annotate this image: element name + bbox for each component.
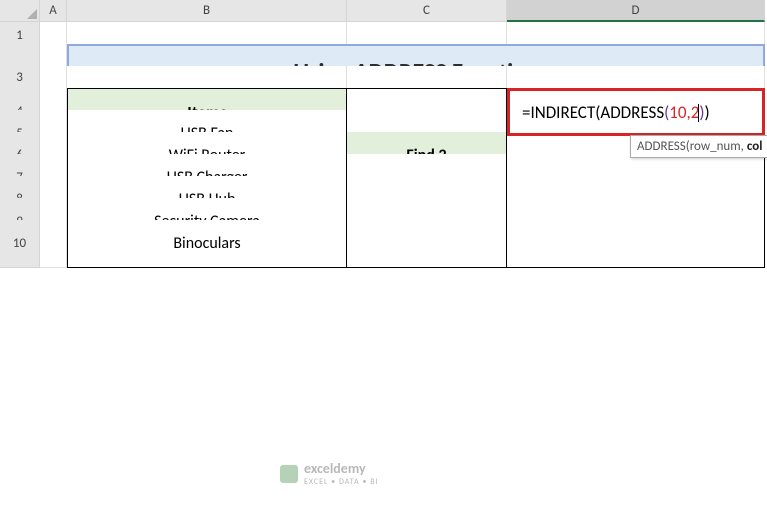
- col-header-A[interactable]: A: [40, 0, 67, 22]
- watermark: exceldemy EXCEL • DATA • BI: [280, 460, 379, 487]
- cell-D10[interactable]: [507, 220, 765, 268]
- cell-A10[interactable]: [40, 220, 67, 268]
- row-header-3[interactable]: 3: [0, 66, 40, 90]
- spreadsheet-grid: A B C D 1 2 Using ADDRESS Function 3 4 I…: [0, 0, 767, 242]
- watermark-icon: [280, 465, 298, 483]
- cell-D3[interactable]: [507, 66, 765, 90]
- formula-cell-D4[interactable]: =INDIRECT(ADDRESS(10,2)) ADDRESS(row_num…: [507, 88, 765, 136]
- cell-C10[interactable]: [347, 220, 507, 268]
- row-header-10[interactable]: 10: [0, 220, 40, 268]
- item-6[interactable]: Binoculars: [67, 220, 347, 268]
- watermark-text: exceldemy EXCEL • DATA • BI: [304, 460, 379, 487]
- col-header-B[interactable]: B: [67, 0, 347, 22]
- select-all-corner[interactable]: [0, 0, 40, 22]
- col-header-C[interactable]: C: [347, 0, 507, 22]
- formula-tooltip: ADDRESS(row_num, col: [630, 135, 767, 158]
- cell-C3[interactable]: [347, 66, 507, 90]
- col-header-D[interactable]: D: [507, 0, 765, 22]
- cell-B3[interactable]: [67, 66, 347, 90]
- cell-A3[interactable]: [40, 66, 67, 90]
- formula-text: =INDIRECT(ADDRESS(10,2)): [522, 102, 710, 123]
